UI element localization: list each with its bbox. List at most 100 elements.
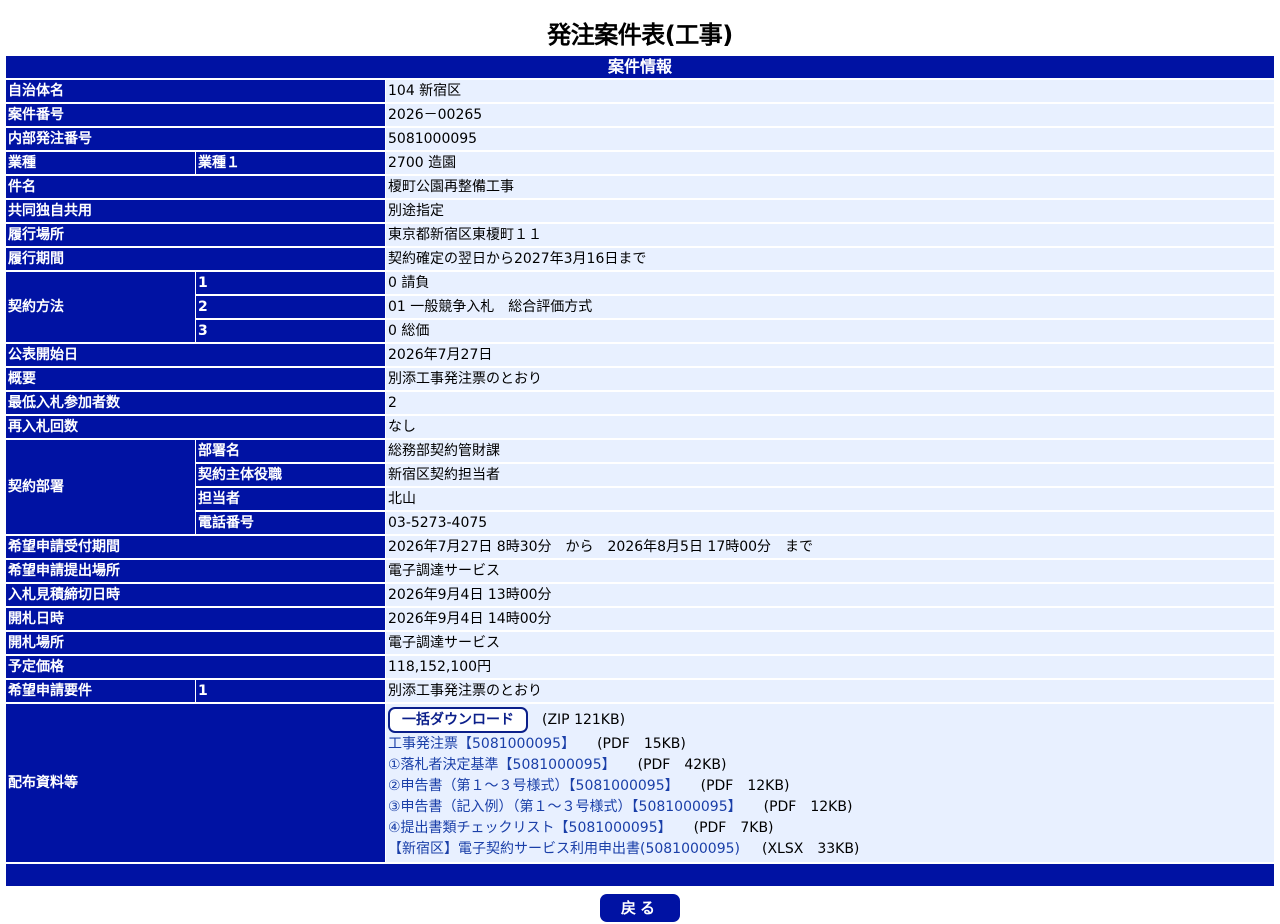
file-link[interactable]: ①落札者決定基準【5081000095】 bbox=[388, 757, 616, 773]
contract-method-value: 0 総価 bbox=[386, 320, 1274, 342]
department-sublabel: 電話番号 bbox=[196, 512, 386, 534]
department-label: 契約部署 bbox=[6, 440, 196, 534]
municipality-label: 自治体名 bbox=[6, 80, 386, 102]
file-link[interactable]: 【新宿区】電子契約サービス利用申出書(5081000095) bbox=[388, 841, 740, 857]
contract-method-no: 2 bbox=[196, 296, 386, 318]
file-item: 工事発注票【5081000095】 (PDF 15KB) bbox=[388, 734, 1272, 755]
bid-deadline-label: 入札見積締切日時 bbox=[6, 584, 386, 606]
row-min-bidders: 最低入札参加者数 2 bbox=[6, 392, 1274, 414]
row-department-1: 契約部署 部署名 総務部契約管財課 bbox=[6, 440, 1274, 534]
planned-price-label: 予定価格 bbox=[6, 656, 386, 678]
row-summary: 概要 別添工事発注票のとおり bbox=[6, 368, 1274, 390]
contract-method-no: 1 bbox=[196, 272, 386, 294]
joint-value: 別途指定 bbox=[386, 200, 1274, 222]
file-info: (PDF 12KB) bbox=[700, 778, 790, 794]
file-info: (PDF 12KB) bbox=[763, 799, 853, 815]
section-header-row: 案件情報 bbox=[6, 56, 1274, 78]
municipality-value: 104 新宿区 bbox=[386, 80, 1274, 102]
location-value: 東京都新宿区東榎町１１ bbox=[386, 224, 1274, 246]
case-no-label: 案件番号 bbox=[6, 104, 386, 126]
department-sublabel: 契約主体役職 bbox=[196, 464, 386, 486]
summary-label: 概要 bbox=[6, 368, 386, 390]
page-title: 発注案件表(工事) bbox=[547, 21, 733, 49]
file-item: ①落札者決定基準【5081000095】 (PDF 42KB) bbox=[388, 755, 1272, 776]
row-location: 履行場所 東京都新宿区東榎町１１ bbox=[6, 224, 1274, 246]
file-item: ②申告書（第１～３号様式）【5081000095】 (PDF 12KB) bbox=[388, 776, 1272, 797]
industry-label: 業種 bbox=[6, 152, 196, 174]
period-label: 履行期間 bbox=[6, 248, 386, 270]
joint-label: 共同独自共用 bbox=[6, 200, 386, 222]
contract-method-value: 01 一般競争入札 総合評価方式 bbox=[386, 296, 1274, 318]
documents-list: 一括ダウンロード (ZIP 121KB) 工事発注票【5081000095】 (P… bbox=[386, 704, 1274, 862]
min-bidders-value: 2 bbox=[386, 392, 1274, 414]
file-link[interactable]: ②申告書（第１～３号様式）【5081000095】 bbox=[388, 778, 679, 794]
rebid-value: なし bbox=[386, 416, 1274, 438]
opening-place-label: 開札場所 bbox=[6, 632, 386, 654]
documents-label: 配布資料等 bbox=[6, 704, 386, 862]
footer-bar bbox=[6, 864, 1274, 886]
application-place-value: 電子調達サービス bbox=[386, 560, 1274, 582]
contract-method-value: 0 請負 bbox=[386, 272, 1274, 294]
file-info: (PDF 42KB) bbox=[637, 757, 727, 773]
row-department-2: 契約主体役職 新宿区契約担当者 bbox=[6, 464, 1274, 486]
row-contract-method-1: 契約方法 1 0 請負 bbox=[6, 272, 1274, 342]
contract-method-label: 契約方法 bbox=[6, 272, 196, 342]
department-value: 北山 bbox=[386, 488, 1274, 510]
row-opening-place: 開札場所 電子調達サービス bbox=[6, 632, 1274, 654]
row-rebid: 再入札回数 なし bbox=[6, 416, 1274, 438]
row-case-no: 案件番号 2026－00265 bbox=[6, 104, 1274, 126]
back-button[interactable]: 戻る bbox=[600, 894, 680, 922]
subject-label: 件名 bbox=[6, 176, 386, 198]
row-period: 履行期間 契約確定の翌日から2027年3月16日まで bbox=[6, 248, 1274, 270]
industry-value: 2700 造園 bbox=[386, 152, 1274, 174]
file-item: ④提出書類チェックリスト【5081000095】 (PDF 7KB) bbox=[388, 818, 1272, 839]
row-department-3: 担当者 北山 bbox=[6, 488, 1274, 510]
file-item: 【新宿区】電子契約サービス利用申出書(5081000095) (XLSX 33KB… bbox=[388, 839, 1272, 860]
department-value: 03-5273-4075 bbox=[386, 512, 1274, 534]
period-value: 契約確定の翌日から2027年3月16日まで bbox=[386, 248, 1274, 270]
row-industry: 業種 業種１ 2700 造園 bbox=[6, 152, 1274, 174]
location-label: 履行場所 bbox=[6, 224, 386, 246]
row-application-place: 希望申請提出場所 電子調達サービス bbox=[6, 560, 1274, 582]
file-info: (XLSX 33KB) bbox=[762, 841, 860, 857]
application-period-value: 2026年7月27日 8時30分 から 2026年8月5日 17時00分 まで bbox=[386, 536, 1274, 558]
file-link[interactable]: ③申告書（記入例）（第１～３号様式）【5081000095】 bbox=[388, 799, 742, 815]
row-internal-no: 内部発注番号 5081000095 bbox=[6, 128, 1274, 150]
department-value: 新宿区契約担当者 bbox=[386, 464, 1274, 486]
internal-no-label: 内部発注番号 bbox=[6, 128, 386, 150]
file-info: (PDF 7KB) bbox=[693, 820, 774, 836]
file-link[interactable]: ④提出書類チェックリスト【5081000095】 bbox=[388, 820, 672, 836]
bid-deadline-value: 2026年9月4日 13時00分 bbox=[386, 584, 1274, 606]
section-header: 案件情報 bbox=[6, 56, 1274, 78]
min-bidders-label: 最低入札参加者数 bbox=[6, 392, 386, 414]
file-item: ③申告書（記入例）（第１～３号様式）【5081000095】 (PDF 12KB) bbox=[388, 797, 1272, 818]
file-link[interactable]: 工事発注票【5081000095】 bbox=[388, 736, 575, 752]
row-bid-deadline: 入札見積締切日時 2026年9月4日 13時00分 bbox=[6, 584, 1274, 606]
row-documents: 配布資料等 一括ダウンロード (ZIP 121KB) 工事発注票【5081000… bbox=[6, 704, 1274, 862]
footer-row bbox=[6, 864, 1274, 886]
application-place-label: 希望申請提出場所 bbox=[6, 560, 386, 582]
row-publish-date: 公表開始日 2026年7月27日 bbox=[6, 344, 1274, 366]
subject-value: 榎町公園再整備工事 bbox=[386, 176, 1274, 198]
row-joint: 共同独自共用 別途指定 bbox=[6, 200, 1274, 222]
row-contract-method-3: 3 0 総価 bbox=[6, 320, 1274, 342]
bulk-download-info: (ZIP 121KB) bbox=[542, 711, 626, 728]
contract-method-no: 3 bbox=[196, 320, 386, 342]
row-opening-date: 開札日時 2026年9月4日 14時00分 bbox=[6, 608, 1274, 630]
row-application-period: 希望申請受付期間 2026年7月27日 8時30分 から 2026年8月5日 1… bbox=[6, 536, 1274, 558]
planned-price-value: 118,152,100円 bbox=[386, 656, 1274, 678]
row-department-4: 電話番号 03-5273-4075 bbox=[6, 512, 1274, 534]
row-requirements: 希望申請要件 1 別添工事発注票のとおり bbox=[6, 680, 1274, 702]
row-planned-price: 予定価格 118,152,100円 bbox=[6, 656, 1274, 678]
row-contract-method-2: 2 01 一般競争入札 総合評価方式 bbox=[6, 296, 1274, 318]
case-info-table: 案件情報 自治体名 104 新宿区 案件番号 2026－00265 内部発注番号… bbox=[6, 54, 1274, 888]
opening-place-value: 電子調達サービス bbox=[386, 632, 1274, 654]
department-sublabel: 部署名 bbox=[196, 440, 386, 462]
row-subject: 件名 榎町公園再整備工事 bbox=[6, 176, 1274, 198]
bulk-download-button[interactable]: 一括ダウンロード bbox=[388, 707, 528, 733]
requirements-no: 1 bbox=[196, 680, 386, 702]
opening-date-value: 2026年9月4日 14時00分 bbox=[386, 608, 1274, 630]
publish-date-value: 2026年7月27日 bbox=[386, 344, 1274, 366]
publish-date-label: 公表開始日 bbox=[6, 344, 386, 366]
requirements-value: 別添工事発注票のとおり bbox=[386, 680, 1274, 702]
